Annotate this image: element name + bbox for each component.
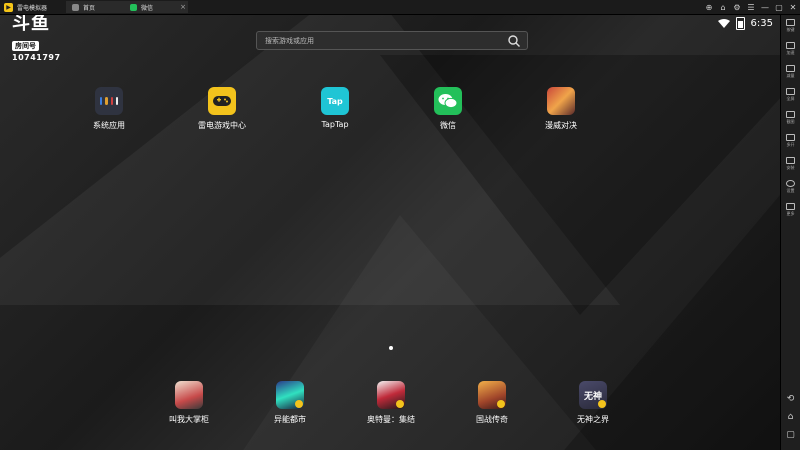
maximize-icon[interactable]: ▢ [774,3,784,12]
watermark-logo: 斗鱼 [12,15,50,34]
system-apps-folder-icon [95,87,123,115]
download-badge-icon [598,400,606,408]
game-icon [175,381,203,409]
search-bar[interactable] [256,31,528,50]
toolbar-label: 更多 [786,211,795,216]
recent-apps-icon[interactable]: ▢ [785,431,796,440]
app-label: 系统应用 [93,121,125,130]
app-label: 奥特曼：集结 [367,415,415,424]
settings-icon[interactable]: ⚙ [732,3,742,12]
app-wechat[interactable]: 微信 [408,87,488,131]
toolbar-label: 按键 [786,27,795,32]
home-button-icon[interactable]: ⌂ [718,3,728,12]
back-icon[interactable]: ⟲ [785,395,796,404]
app-label: 无神之界 [577,415,609,424]
app-marvel-duel[interactable]: 漫威对决 [521,87,601,131]
watermark-room-id: 10741797 [12,53,61,62]
home-icon [72,3,79,11]
wechat-tab-icon [130,3,137,11]
app-title-text: 雷电模拟器 [17,4,48,12]
close-icon[interactable]: ✕ [788,3,798,12]
watermark-badge: 房间号 [12,41,39,51]
app-system-apps[interactable]: 系统应用 [69,87,149,131]
app-label: 微信 [440,121,456,130]
menu-icon[interactable]: ☰ [746,3,756,12]
app-label: 异能都市 [274,415,306,424]
toolbar-label: 加速 [786,50,795,55]
app-label: 叫我大掌柜 [169,415,209,424]
page-indicator[interactable] [389,346,393,350]
apk-install-icon [786,157,795,164]
toolbar-label: 全屏 [786,96,795,101]
battery-icon [735,17,745,30]
search-icon[interactable] [507,34,521,48]
app-title: ▶ 雷电模拟器 [4,0,47,14]
marvel-duel-icon [547,87,575,115]
app-leidian-game-center[interactable]: 雷电游戏中心 [182,87,262,131]
wechat-icon [434,87,462,115]
toolbar-label: 截图 [786,119,795,124]
search-input[interactable] [257,35,507,46]
toolbar-label: 多开 [786,142,795,147]
gamepad-icon[interactable]: ⊕ [704,3,714,12]
more-icon [786,203,795,210]
app-label: 漫威对决 [545,121,577,130]
tab-close-icon[interactable]: × [180,3,186,11]
toolbar-volume-down[interactable]: 减量 [781,65,800,79]
volume-down-icon [786,65,795,72]
toolbar-multi-instance[interactable]: 多开 [781,134,800,148]
app-label: 雷电游戏中心 [198,121,246,130]
emulator-sidebar: 按键 加速 减量 全屏 截图 多开 安装 设置 更多 ⟲ ⌂ ▢ [780,15,800,450]
taptap-icon: Tap [321,87,349,115]
gear-icon [786,180,795,187]
gamepad-icon [208,87,236,115]
toolbar-more[interactable]: 更多 [781,203,800,217]
volume-up-icon [786,42,795,49]
app-ultraman[interactable]: 奥特曼：集结 [351,381,431,425]
toolbar-fullscreen[interactable]: 全屏 [781,88,800,102]
app-taptap[interactable]: Tap TapTap [295,87,375,129]
download-badge-icon [497,400,505,408]
toolbar-label: 减量 [786,73,795,78]
home-icon[interactable]: ⌂ [785,413,796,422]
app-label: TapTap [321,120,349,129]
game-icon [377,381,405,409]
status-bar: 6:35 [717,17,773,30]
title-bar: ▶ 雷电模拟器 首页 微信 × ⊕ ⌂ ⚙ ☰ — ▢ ✕ [0,0,800,15]
toolbar-settings[interactable]: 设置 [781,180,800,194]
toolbar-label: 安装 [786,165,795,170]
keyboard-icon [786,19,795,26]
app-logo-icon: ▶ [4,2,13,12]
fullscreen-icon [786,88,795,95]
tab-wechat-label: 微信 [141,4,154,12]
tab-home-label: 首页 [83,4,96,12]
android-desktop: 斗鱼 房间号 10741797 6:35 系统应用 雷电游戏中心 Tap Tap… [0,15,781,450]
toolbar-screenshot[interactable]: 截图 [781,111,800,125]
app-jiao-wo-da-zhang-gui[interactable]: 叫我大掌柜 [149,381,229,425]
app-guo-zhan-chuan-qi[interactable]: 国战传奇 [452,381,532,425]
toolbar-keymap[interactable]: 按键 [781,19,800,33]
download-badge-icon [396,400,404,408]
wifi-icon [717,19,730,28]
status-time: 6:35 [750,18,773,29]
game-icon: 无神 [579,381,607,409]
app-label: 国战传奇 [476,415,508,424]
window-controls: ⊕ ⌂ ⚙ ☰ — ▢ ✕ [704,0,798,14]
toolbar-volume-up[interactable]: 加速 [781,42,800,56]
toolbar-install[interactable]: 安装 [781,157,800,171]
game-icon [276,381,304,409]
douyu-watermark: 斗鱼 房间号 10741797 [12,15,60,62]
game-icon [478,381,506,409]
app-yi-neng-du-shi[interactable]: 异能都市 [250,381,330,425]
minimize-icon[interactable]: — [760,3,770,12]
tab-wechat[interactable]: 微信 × [124,1,192,13]
download-badge-icon [295,400,303,408]
scissors-icon [786,111,795,118]
app-wu-shen-zhi-jie[interactable]: 无神 无神之界 [553,381,633,425]
toolbar-label: 设置 [786,188,795,193]
multi-window-icon [786,134,795,141]
